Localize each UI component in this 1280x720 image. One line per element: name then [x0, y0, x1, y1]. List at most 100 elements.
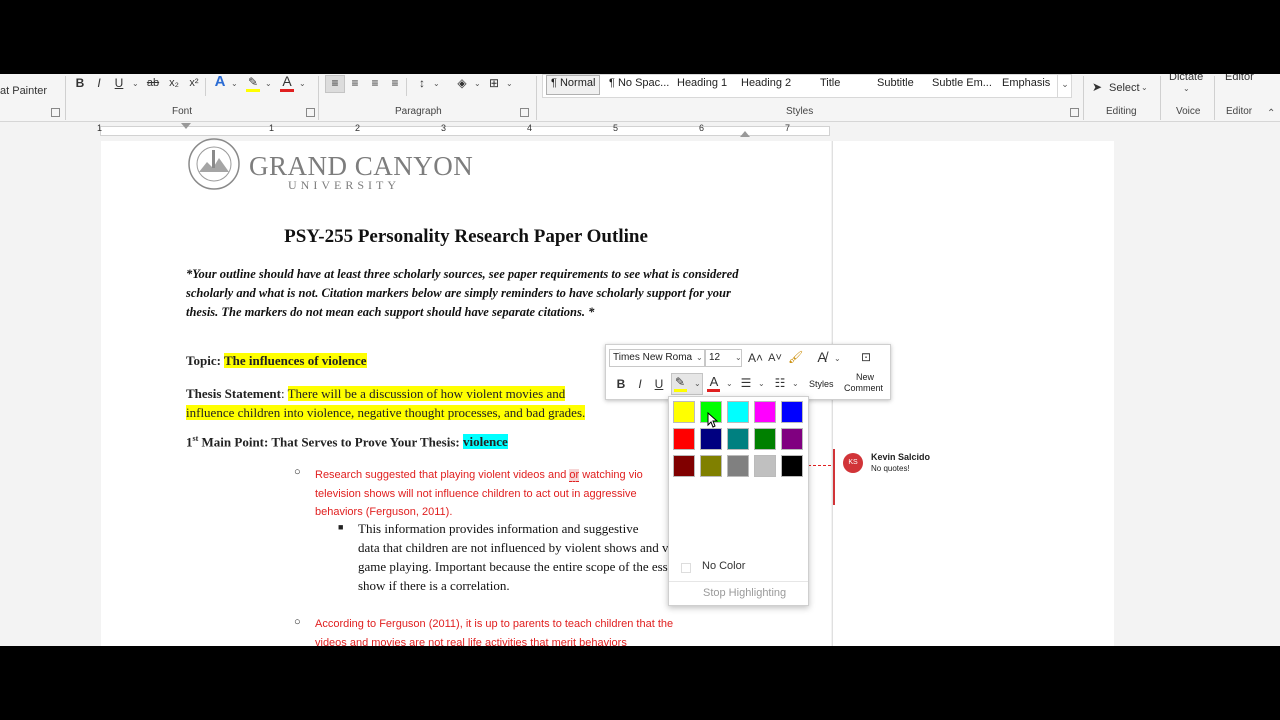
style-title[interactable]: Title	[820, 76, 840, 94]
highlight-dropdown-icon[interactable]: ⌄	[265, 79, 272, 88]
styles-launcher-icon[interactable]	[1070, 108, 1079, 117]
dictate-dropdown-icon[interactable]: ⌄	[1183, 84, 1190, 93]
highlight-icon[interactable]: ✎	[246, 75, 260, 89]
first-line-indent-marker[interactable]	[181, 123, 191, 129]
mini-bullets-dropdown-icon[interactable]: ⌄	[758, 379, 765, 388]
commented-word[interactable]: or	[569, 469, 580, 482]
justify-icon[interactable]: ≡	[388, 76, 402, 90]
no-color-option[interactable]: No Color	[702, 560, 745, 572]
style-no-spacing[interactable]: ¶ No Spac...	[609, 76, 669, 94]
highlight-swatch[interactable]	[673, 428, 695, 450]
mini-numbering-dropdown-icon[interactable]: ⌄	[792, 379, 799, 388]
font-color-dropdown-icon[interactable]: ⌄	[299, 79, 306, 88]
mini-bold-button[interactable]: B	[614, 377, 628, 391]
stop-highlighting-option[interactable]: Stop Highlighting	[703, 587, 786, 599]
sub-bullet-text: This information provides information an…	[358, 519, 705, 595]
comment-text[interactable]: No quotes!	[871, 464, 910, 473]
styles-more-icon[interactable]: ⌄	[1057, 74, 1072, 98]
select-dropdown-icon[interactable]: ⌄	[1141, 83, 1148, 92]
font-launcher-icon[interactable]	[306, 108, 315, 117]
right-indent-marker[interactable]	[740, 131, 750, 137]
bold-button[interactable]: B	[73, 76, 87, 90]
select-button[interactable]: Select	[1109, 82, 1140, 94]
font-size-dropdown-icon[interactable]: ⌄	[735, 353, 742, 362]
highlight-swatch[interactable]	[727, 428, 749, 450]
borders-dropdown-icon[interactable]: ⌄	[506, 79, 513, 88]
ruler-number: 1	[269, 123, 275, 133]
bullet-2-line-1: According to Ferguson (2011), it is up t…	[315, 618, 674, 630]
mini-toolbar: Times New Roma ⌄ 12 ⌄ A˄ A˅ 🖌 A̸ ⌄ Style…	[605, 344, 891, 400]
mini-font-color-dropdown-icon[interactable]: ⌄	[726, 379, 733, 388]
format-painter-icon[interactable]: 🖌	[788, 350, 803, 364]
align-right-icon[interactable]: ≡	[368, 76, 382, 90]
strikethrough-icon[interactable]: ab	[146, 76, 160, 90]
highlight-swatch[interactable]	[700, 455, 722, 477]
highlight-swatch[interactable]	[754, 455, 776, 477]
mini-font-color-icon[interactable]: A	[707, 375, 721, 389]
highlight-swatch[interactable]	[781, 401, 803, 423]
mini-highlight-dropdown-icon[interactable]: ⌄	[694, 379, 701, 388]
no-color-swatch	[681, 563, 691, 573]
highlight-swatch[interactable]	[673, 455, 695, 477]
styles-label[interactable]: Styles	[809, 379, 834, 389]
bullet-2-text: According to Ferguson (2011), it is up t…	[315, 615, 673, 646]
new-comment-label-1[interactable]: New	[856, 372, 874, 382]
format-painter-button[interactable]: at Painter	[0, 85, 47, 97]
line-spacing-dropdown-icon[interactable]: ⌄	[433, 79, 440, 88]
main-point-value: violence	[462, 434, 508, 450]
university-seal-icon	[188, 138, 240, 190]
underline-button[interactable]: U	[112, 76, 126, 90]
editor-button[interactable]: Editor	[1225, 74, 1254, 83]
font-color-bar	[280, 89, 294, 92]
font-name-dropdown-icon[interactable]: ⌄	[696, 353, 703, 362]
clipboard-launcher-icon[interactable]	[51, 108, 60, 117]
style-subtle-emphasis[interactable]: Subtle Em...	[932, 76, 992, 94]
superscript-icon[interactable]: x²	[187, 76, 201, 90]
editor-group-label: Editor	[1226, 106, 1253, 117]
mini-underline-button[interactable]: U	[652, 377, 666, 391]
mini-numbering-icon[interactable]: ☷	[773, 376, 787, 390]
shrink-font-icon[interactable]: A˅	[768, 351, 782, 365]
styles-icon[interactable]: A̸	[815, 350, 829, 364]
new-comment-label-2[interactable]: Comment	[844, 383, 883, 393]
new-comment-icon[interactable]: ⊡	[859, 350, 873, 364]
mini-italic-button[interactable]: I	[633, 377, 647, 391]
highlight-swatch[interactable]	[727, 401, 749, 423]
thesis-line-1: Thesis Statement: There will be a discus…	[186, 386, 566, 401]
highlight-swatch[interactable]	[754, 401, 776, 423]
ribbon-collapse-icon[interactable]: ⌃	[1267, 108, 1276, 119]
highlight-swatch[interactable]	[754, 428, 776, 450]
highlight-swatch[interactable]	[700, 428, 722, 450]
underline-dropdown-icon[interactable]: ⌄	[132, 79, 139, 88]
style-normal[interactable]: ¶ Normal	[551, 76, 595, 94]
subscript-icon[interactable]: x₂	[167, 76, 181, 90]
text-effects-dropdown-icon[interactable]: ⌄	[231, 79, 238, 88]
mini-bullets-icon[interactable]: ☰	[739, 376, 753, 390]
ruler-track[interactable]	[100, 126, 830, 136]
style-heading-2[interactable]: Heading 2	[741, 76, 791, 94]
style-emphasis[interactable]: Emphasis	[1002, 76, 1050, 94]
palette-divider	[669, 581, 808, 582]
highlight-swatch[interactable]	[781, 428, 803, 450]
borders-icon[interactable]: ⊞	[487, 76, 501, 90]
sub-bullet-line-3: game playing. Important because the enti…	[358, 559, 706, 574]
horizontal-ruler: 1 1 2 3 4 5 6 7	[0, 123, 1280, 139]
grow-font-icon[interactable]: A˄	[748, 351, 763, 365]
italic-button[interactable]: I	[92, 76, 106, 90]
styles-dropdown-icon[interactable]: ⌄	[834, 354, 841, 363]
paragraph-launcher-icon[interactable]	[520, 108, 529, 117]
bullet-square-icon: ■	[338, 522, 344, 532]
font-color-icon[interactable]: A	[280, 74, 294, 88]
line-spacing-icon[interactable]: ↕	[415, 76, 429, 90]
highlight-swatch[interactable]	[727, 455, 749, 477]
style-heading-1[interactable]: Heading 1	[677, 76, 727, 94]
highlight-swatch[interactable]	[673, 401, 695, 423]
dictate-button[interactable]: Dictate	[1169, 74, 1203, 83]
font-name-box[interactable]: Times New Roma	[609, 349, 705, 367]
shading-dropdown-icon[interactable]: ⌄	[474, 79, 481, 88]
shading-icon[interactable]: ◈	[455, 76, 469, 90]
style-subtitle[interactable]: Subtitle	[877, 76, 914, 94]
highlight-swatch[interactable]	[781, 455, 803, 477]
align-center-icon[interactable]: ≡	[348, 76, 362, 90]
text-effects-icon[interactable]: A	[213, 74, 227, 89]
